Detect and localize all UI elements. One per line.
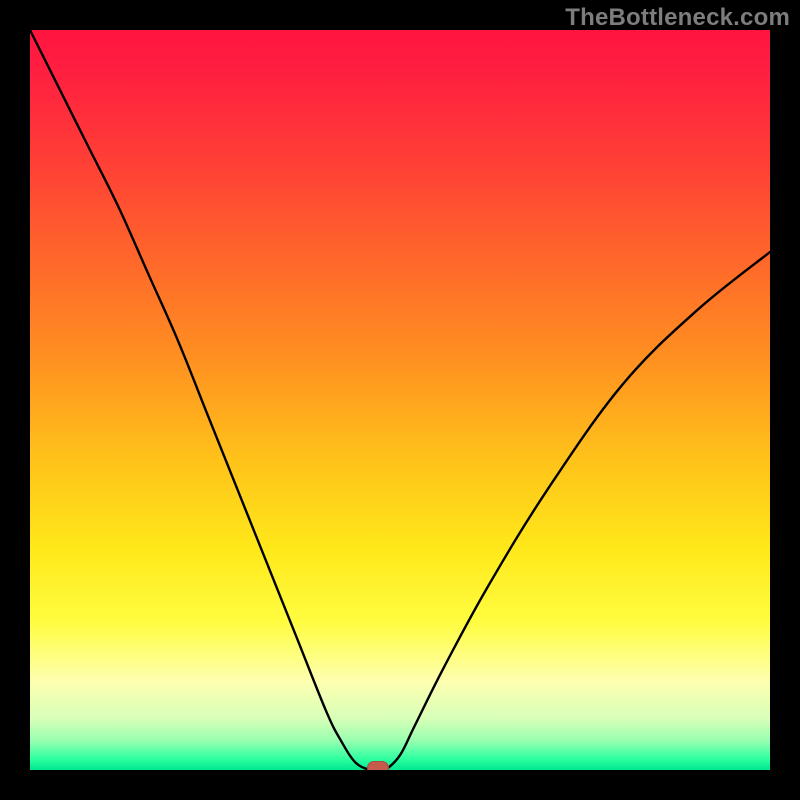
chart-frame: TheBottleneck.com	[0, 0, 800, 800]
bottleneck-curve	[30, 30, 770, 770]
plot-area	[30, 30, 770, 770]
optimal-point-marker	[367, 761, 389, 770]
watermark-text: TheBottleneck.com	[565, 4, 790, 32]
